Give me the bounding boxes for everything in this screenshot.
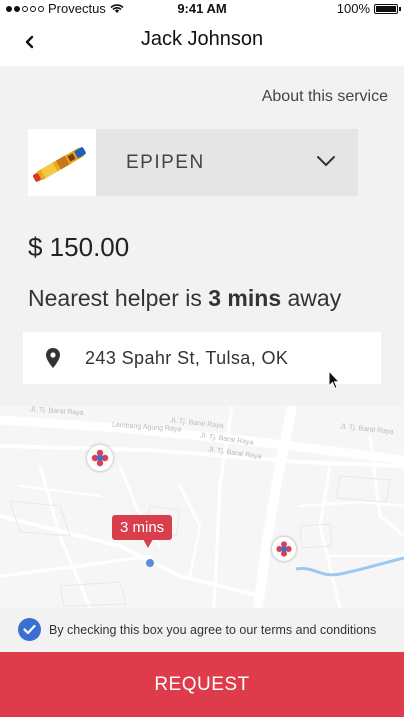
helper-marker-icon [275,540,293,558]
epipen-icon [33,147,86,182]
location-pin-icon [46,348,60,368]
terms-row: By checking this box you agree to our te… [0,608,404,652]
eta-time: 3 mins [208,285,282,311]
battery-icon [374,3,401,14]
mouse-cursor-icon [328,370,340,390]
helper-marker-icon [91,449,109,467]
checkmark-icon [23,624,36,635]
user-location-dot [146,559,154,567]
battery-percent: 100% [336,1,370,16]
product-dropdown[interactable]: EPIPEN [96,129,358,196]
terms-checkbox[interactable] [18,618,41,641]
eta-prefix: Nearest helper is [28,285,209,311]
product-thumbnail [28,129,96,196]
chevron-down-icon [317,156,335,166]
terms-text: By checking this box you agree to our te… [49,623,377,637]
product-name: EPIPEN [126,152,205,173]
map-view[interactable]: Jl. Tj. Barat Raya Jl. Tj. Barat Raya Jl… [0,406,404,608]
eta-bubble: 3 mins [112,515,173,548]
status-right: 100% [336,1,401,16]
helper-marker[interactable] [272,537,296,561]
eta-text: Nearest helper is 3 mins away [28,285,341,312]
address-value: 243 Spahr St, Tulsa, OK [85,348,289,368]
price-label: $ 150.00 [28,232,130,262]
product-card: EPIPEN [28,129,358,196]
request-button[interactable]: REQUEST [0,652,404,717]
nav-bar: Jack Johnson [0,18,404,66]
page-title: Jack Johnson [140,28,264,50]
eta-suffix: away [281,285,342,311]
status-bar: Provectus 9:41 AM 100% [0,0,404,18]
helper-marker[interactable] [87,445,113,471]
about-service-link[interactable]: About this service [262,88,388,106]
